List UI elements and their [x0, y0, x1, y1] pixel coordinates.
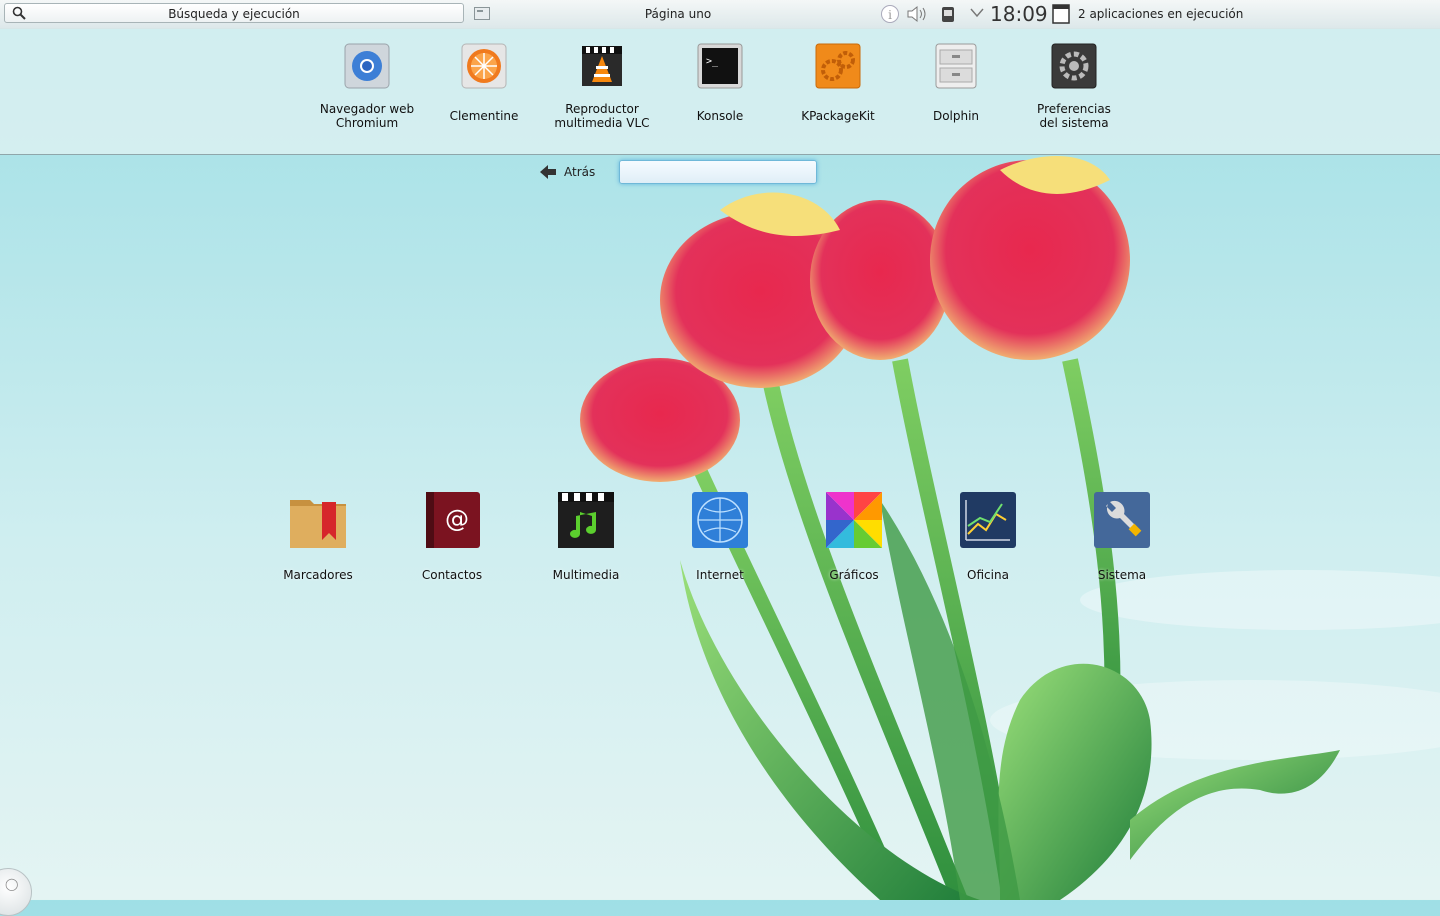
task-switcher-icon[interactable] — [1052, 4, 1070, 24]
device-notifier-icon[interactable] — [938, 4, 958, 24]
kpackagekit-icon — [815, 43, 861, 89]
favorite-label: Reproductor multimedia VLC — [554, 102, 650, 130]
system-settings-icon — [1051, 43, 1097, 89]
category-office[interactable]: Oficina — [928, 490, 1048, 582]
vlc-icon — [582, 46, 622, 86]
favorite-label: Dolphin — [932, 109, 980, 123]
graphics-color-wheel-icon — [826, 492, 882, 548]
category-label: Sistema — [1097, 568, 1147, 582]
page-title: Página uno — [644, 7, 712, 21]
chevron-down-icon[interactable] — [970, 8, 984, 18]
favorite-kpackagekit[interactable]: KPackageKit — [779, 42, 897, 123]
favorite-label: KPackageKit — [801, 109, 875, 123]
chromium-icon — [344, 43, 390, 89]
back-label: Atrás — [564, 165, 596, 179]
multimedia-clapper-icon — [558, 492, 614, 548]
favorite-system-settings[interactable]: Preferencias del sistema — [1015, 42, 1133, 130]
search-and-run-field[interactable]: Búsqueda y ejecución — [4, 3, 464, 23]
category-label: Oficina — [967, 568, 1009, 582]
category-label: Gráficos — [829, 568, 879, 582]
info-icon[interactable]: i — [880, 4, 900, 24]
svg-text:>_: >_ — [706, 56, 719, 67]
internet-globe-icon — [692, 492, 748, 548]
favorite-label: Preferencias del sistema — [1037, 102, 1111, 130]
favorite-label: Clementine — [449, 109, 519, 123]
panel-widget-icon[interactable] — [474, 7, 490, 20]
category-contacts[interactable]: @ Contactos — [392, 490, 512, 582]
clock[interactable]: 18:09 — [990, 2, 1048, 26]
category-graphics[interactable]: Gráficos — [794, 490, 914, 582]
system-wrench-icon — [1094, 492, 1150, 548]
svg-text:@: @ — [445, 505, 469, 533]
bookmarks-folder-icon — [290, 500, 346, 548]
office-chart-icon — [960, 492, 1016, 548]
category-bookmarks[interactable]: Marcadores — [258, 490, 378, 582]
favorite-label: Navegador web Chromium — [319, 102, 415, 130]
konsole-icon: >_ — [697, 43, 743, 89]
running-apps-label[interactable]: 2 aplicaciones en ejecución — [1078, 7, 1243, 21]
category-multimedia[interactable]: Multimedia — [526, 490, 646, 582]
clementine-icon — [461, 43, 507, 89]
category-label: Contactos — [421, 568, 483, 582]
category-label: Multimedia — [552, 568, 620, 582]
favorite-vlc[interactable]: Reproductor multimedia VLC — [543, 42, 661, 130]
favorite-chromium[interactable]: Navegador web Chromium — [308, 42, 426, 130]
favorites-bar: Navegador web Chromium Clementine Reprod… — [0, 28, 1440, 155]
dolphin-icon — [935, 43, 977, 89]
svg-text:i: i — [888, 8, 892, 22]
category-label: Marcadores — [283, 568, 353, 582]
favorite-clementine[interactable]: Clementine — [425, 42, 543, 123]
top-panel: Búsqueda y ejecución Página uno i 18:09 … — [0, 0, 1440, 29]
favorite-konsole[interactable]: >_ Konsole — [661, 42, 779, 123]
category-internet[interactable]: Internet — [660, 490, 780, 582]
category-label: Internet — [696, 568, 744, 582]
favorite-dolphin[interactable]: Dolphin — [897, 42, 1015, 123]
filter-input[interactable] — [619, 160, 817, 184]
search-field-label: Búsqueda y ejecución — [168, 7, 300, 21]
volume-icon[interactable] — [906, 4, 930, 24]
favorite-label: Konsole — [696, 109, 744, 123]
address-book-icon: @ — [426, 492, 480, 548]
activity-icon: ◯ — [5, 877, 19, 891]
category-system[interactable]: Sistema — [1062, 490, 1182, 582]
arrow-left-icon — [540, 165, 556, 179]
